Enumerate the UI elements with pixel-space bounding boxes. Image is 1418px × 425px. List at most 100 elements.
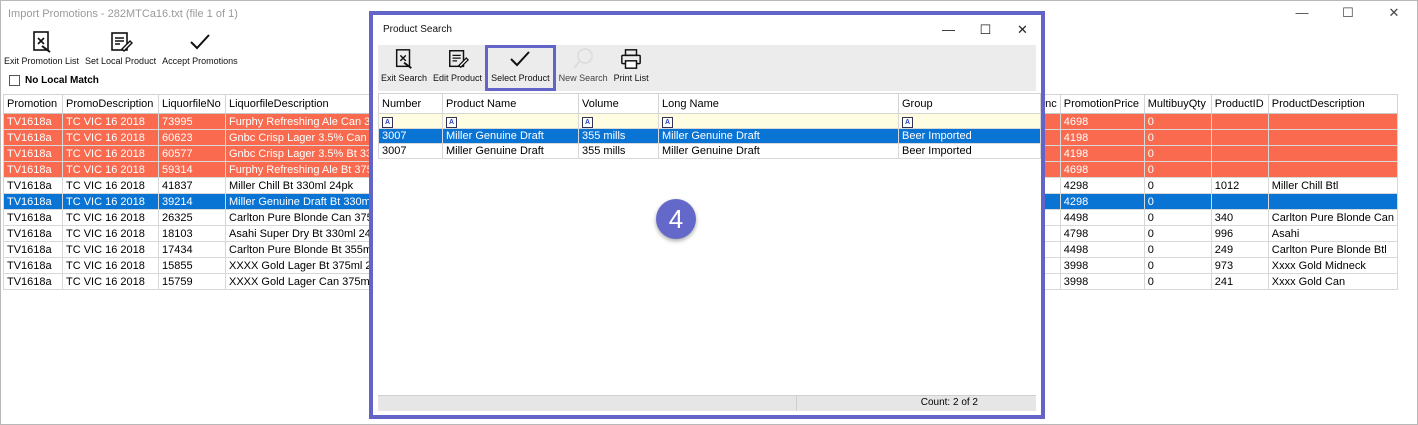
table-cell: 4298 bbox=[1059, 177, 1145, 194]
status-separator bbox=[796, 396, 797, 411]
table-cell: 0 bbox=[1143, 177, 1212, 194]
table-cell: 4698 bbox=[1059, 113, 1145, 130]
column-header[interactable]: ProductDescription bbox=[1267, 94, 1399, 114]
minimize-button[interactable]: — bbox=[1279, 1, 1325, 27]
dialog-maximize-button[interactable]: ☐ bbox=[967, 20, 1004, 40]
column-header[interactable]: ProductID bbox=[1210, 94, 1269, 114]
select-product-label: Select Product bbox=[491, 73, 550, 83]
table-cell: 26325 bbox=[158, 209, 226, 226]
exit-search-button[interactable]: Exit Search bbox=[378, 45, 430, 83]
accept-promotions-button[interactable]: Accept Promotions bbox=[159, 28, 241, 66]
table-cell: TC VIC 16 2018 bbox=[62, 161, 159, 178]
table-cell: Miller Genuine Draft Bt 330m bbox=[225, 193, 380, 210]
table-cell: TV1618a bbox=[3, 113, 63, 130]
table-cell: Asahi Super Dry Bt 330ml 24 bbox=[225, 225, 380, 242]
close-button[interactable]: ✕ bbox=[1371, 1, 1417, 27]
filter-cell[interactable]: A bbox=[378, 113, 443, 129]
edit-document-icon bbox=[109, 28, 133, 56]
maximize-button[interactable]: ☐ bbox=[1325, 1, 1371, 27]
table-cell: Gnbc Crisp Lager 3.5% Can 3 bbox=[225, 129, 380, 146]
step-badge: 4 bbox=[656, 199, 696, 239]
table-cell: XXXX Gold Lager Bt 375ml 2 bbox=[225, 257, 380, 274]
table-cell bbox=[1267, 145, 1399, 162]
record-count: Count: 2 of 2 bbox=[920, 397, 978, 408]
column-header[interactable]: MultibuyQty bbox=[1143, 94, 1212, 114]
table-cell: 59314 bbox=[158, 161, 226, 178]
filter-icon: A bbox=[662, 116, 673, 128]
table-cell: Asahi bbox=[1267, 225, 1399, 242]
edit-product-button[interactable]: Edit Product bbox=[430, 45, 485, 83]
table-cell: 15855 bbox=[158, 257, 226, 274]
column-header[interactable]: PromotionPrice bbox=[1059, 94, 1145, 114]
table-cell: TC VIC 16 2018 bbox=[62, 129, 159, 146]
table-cell: 39214 bbox=[158, 193, 226, 210]
filter-cell[interactable]: A bbox=[898, 113, 1041, 129]
table-cell: 60623 bbox=[158, 129, 226, 146]
new-search-label: New Search bbox=[558, 73, 608, 83]
table-cell: 0 bbox=[1143, 273, 1212, 290]
table-cell: Xxxx Gold Can bbox=[1267, 273, 1399, 290]
table-cell: 17434 bbox=[158, 241, 226, 258]
product-row[interactable]: 3007 Miller Genuine Draft 355 mills Miller … bbox=[378, 128, 1041, 144]
table-cell: Miller Genuine Draft bbox=[658, 143, 899, 159]
column-header[interactable]: Product Name bbox=[442, 93, 579, 114]
column-header[interactable]: PromoDescription bbox=[62, 94, 159, 114]
table-cell: TV1618a bbox=[3, 193, 63, 210]
table-cell bbox=[1210, 145, 1269, 162]
table-cell: 996 bbox=[1210, 225, 1269, 242]
product-row[interactable]: 3007 Miller Genuine Draft 355 mills Miller … bbox=[378, 143, 1041, 159]
window-title: Import Promotions - 282MTCa16.txt (file … bbox=[8, 8, 238, 20]
exit-promotion-list-button[interactable]: Exit Promotion List bbox=[1, 28, 82, 66]
table-cell: 3998 bbox=[1059, 273, 1145, 290]
table-cell: 73995 bbox=[158, 113, 226, 130]
table-cell: 0 bbox=[1143, 145, 1212, 162]
no-local-match-filter[interactable]: No Local Match bbox=[9, 75, 99, 86]
print-list-button[interactable]: Print List bbox=[611, 45, 652, 83]
dialog-title: Product Search bbox=[383, 24, 452, 35]
new-search-button[interactable]: New Search bbox=[556, 45, 611, 83]
table-cell: TV1618a bbox=[3, 257, 63, 274]
table-cell: 4698 bbox=[1059, 161, 1145, 178]
exit-search-label: Exit Search bbox=[381, 73, 428, 83]
table-cell bbox=[1210, 129, 1269, 146]
edit-document-icon bbox=[447, 45, 469, 73]
column-header[interactable]: LiquorfileDescription bbox=[225, 94, 380, 114]
table-cell: TV1618a bbox=[3, 273, 63, 290]
dialog-minimize-button[interactable]: — bbox=[930, 20, 967, 40]
table-cell: Xxxx Gold Midneck bbox=[1267, 257, 1399, 274]
checkmark-icon bbox=[188, 28, 212, 56]
table-cell: Furphy Refreshing Ale Bt 375 bbox=[225, 161, 380, 178]
dialog-title-bar[interactable]: Product Search — ☐ ✕ bbox=[373, 15, 1041, 44]
column-header[interactable]: LiquorfileNo bbox=[158, 94, 226, 114]
table-cell: 41837 bbox=[158, 177, 226, 194]
edit-product-label: Edit Product bbox=[433, 73, 483, 83]
column-header[interactable]: Number bbox=[378, 93, 443, 114]
search-icon bbox=[571, 45, 595, 73]
set-local-product-button[interactable]: Set Local Product bbox=[82, 28, 159, 66]
table-cell bbox=[1210, 193, 1269, 210]
column-header[interactable]: Long Name bbox=[658, 93, 899, 114]
column-header[interactable]: Volume bbox=[578, 93, 659, 114]
table-cell: 0 bbox=[1143, 209, 1212, 226]
main-toolbar: Exit Promotion List Set Local Product Ac… bbox=[1, 28, 241, 74]
table-cell: 0 bbox=[1143, 113, 1212, 130]
table-cell: Miller Genuine Draft bbox=[658, 128, 899, 144]
table-cell: 4298 bbox=[1059, 193, 1145, 210]
column-header[interactable]: Group bbox=[898, 93, 1041, 114]
filter-cell[interactable]: A bbox=[578, 113, 659, 129]
filter-cell[interactable]: A bbox=[442, 113, 579, 129]
accept-promotions-label: Accept Promotions bbox=[162, 56, 238, 66]
filter-cell[interactable]: A bbox=[658, 113, 899, 129]
table-cell: Miller Genuine Draft bbox=[442, 128, 579, 144]
table-cell: TC VIC 16 2018 bbox=[62, 257, 159, 274]
table-cell: Beer Imported bbox=[898, 128, 1041, 144]
table-cell: 0 bbox=[1143, 129, 1212, 146]
select-product-button[interactable]: Select Product bbox=[485, 45, 556, 91]
exit-promotion-list-label: Exit Promotion List bbox=[4, 56, 80, 66]
table-cell: Carlton Pure Blonde Bt 355m bbox=[225, 241, 380, 258]
table-cell: 0 bbox=[1143, 241, 1212, 258]
no-local-match-checkbox[interactable] bbox=[9, 75, 20, 86]
table-cell: 249 bbox=[1210, 241, 1269, 258]
dialog-close-button[interactable]: ✕ bbox=[1004, 20, 1041, 40]
column-header[interactable]: Promotion bbox=[3, 94, 63, 114]
